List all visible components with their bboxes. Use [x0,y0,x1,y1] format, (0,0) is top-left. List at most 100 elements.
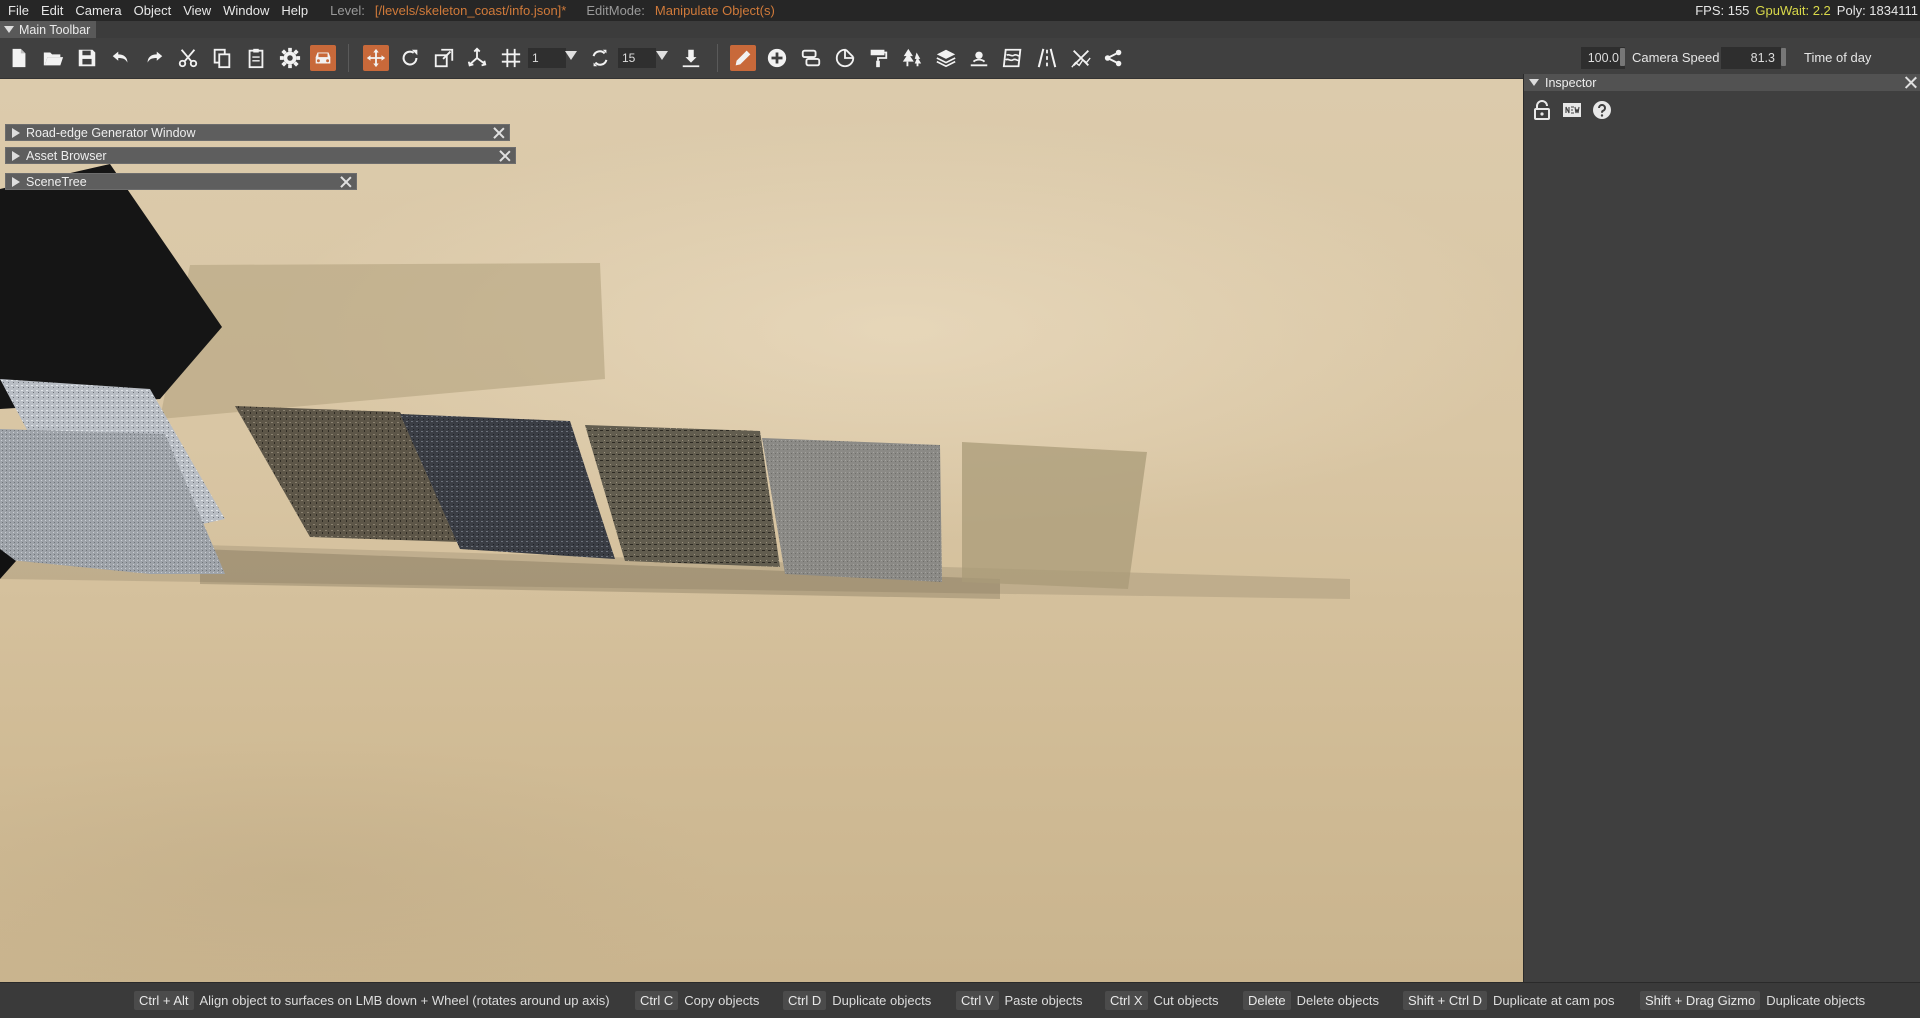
separator [348,44,349,72]
save-icon [78,49,96,67]
expand-icon[interactable] [12,150,20,161]
undo-icon [112,51,128,63]
lock-icon[interactable] [1532,100,1552,120]
help-icon[interactable] [1592,100,1612,120]
shortcut-hint: Ctrl C Copy objects [635,991,759,1010]
terrain-paint-tool[interactable] [832,45,858,71]
rotate-button[interactable] [397,45,423,71]
menu-window[interactable]: Window [217,3,275,18]
rotate-snap-dropdown-icon[interactable] [656,51,668,60]
road-tool[interactable] [798,45,824,71]
menu-bar: File Edit Camera Object View Window Help… [0,0,1920,21]
navgraph-tool[interactable] [1068,45,1094,71]
time-of-day-label: Time of day [1804,50,1872,65]
shortcut-key: Ctrl V [956,991,999,1010]
camera-speed-field[interactable]: 100.0 [1581,47,1625,69]
gpuwait-readout: GpuWait: 2.2 [1755,3,1831,18]
scale-button[interactable] [431,45,457,71]
grid-snap-button[interactable] [498,45,524,71]
menu-edit[interactable]: Edit [35,3,69,18]
stats: FPS: 155 GpuWait: 2.2 Poly: 1834111 [1695,0,1918,21]
expand-icon[interactable] [12,176,20,187]
level-path: [/levels/skeleton_coast/info.json]* [374,3,567,18]
shortcut-hint: Ctrl X Cut objects [1105,991,1219,1010]
nodes-icon [1104,49,1122,67]
road-icon [1037,48,1057,68]
terraform-icon [970,51,988,67]
camera-speed-label: Camera Speed [1632,50,1720,65]
asset-browser-title: Asset Browser [26,148,107,163]
rotate-icon [402,49,418,66]
time-of-day-slider-handle[interactable] [1781,48,1786,66]
new-file-button[interactable] [6,45,32,71]
snap-value-field[interactable]: 1 [528,48,566,68]
menu-help[interactable]: Help [275,3,314,18]
shortcut-hint: Delete Delete objects [1243,991,1379,1010]
status-bar: Ctrl + Alt Align object to surfaces on L… [0,982,1920,1018]
close-icon[interactable] [339,175,352,188]
menu-view[interactable]: View [177,3,217,18]
close-icon[interactable] [498,149,511,162]
rotate-snap-icon [592,49,608,67]
rotate-snap-field[interactable]: 15 [618,48,656,68]
river-tool[interactable] [1000,45,1026,71]
open-button[interactable] [40,45,66,71]
decal-road-tool[interactable] [1034,45,1060,71]
menu-camera[interactable]: Camera [69,3,127,18]
pivot-button[interactable] [464,45,490,71]
drop-to-ground-button[interactable] [678,45,704,71]
translate-button[interactable] [363,45,389,71]
new-window-icon[interactable] [1562,100,1582,120]
editmode-value: Manipulate Object(s) [654,3,775,18]
sites-tool[interactable] [1101,45,1127,71]
undo-button[interactable] [108,45,134,71]
mesh-road-tool[interactable] [933,45,959,71]
terrain-brush-icon [835,48,855,68]
copy-button[interactable] [209,45,235,71]
asset-browser-panel[interactable]: Asset Browser [5,147,516,164]
close-icon[interactable] [1904,76,1917,89]
vehicle-button[interactable] [310,45,336,71]
grid-icon [501,48,521,68]
expand-icon[interactable] [12,127,20,138]
plus-circle-icon [767,48,787,68]
move-icon [366,48,386,68]
collapse-icon[interactable] [1529,79,1539,86]
decal-tool[interactable] [865,45,891,71]
forest-tool[interactable] [899,45,925,71]
3d-viewport[interactable]: Road-edge Generator Window Asset Browser… [0,79,1523,982]
editmode-label: EditMode: [586,3,645,18]
main-toolbar: 1 15 100.0 Camera Speed 81.3 Time of day [0,38,1920,79]
shortcut-key: Ctrl C [635,991,679,1010]
inspector-header[interactable]: Inspector [1524,74,1920,91]
time-of-day-field[interactable]: 81.3 [1721,47,1781,69]
camera-speed-slider-handle[interactable] [1620,48,1625,66]
toolbar-tab[interactable]: Main Toolbar [0,21,97,38]
menu-file[interactable]: File [0,3,35,18]
clipboard-icon [248,48,264,69]
settings-button[interactable] [277,45,303,71]
object-edit-tool[interactable] [730,45,756,71]
paste-button[interactable] [243,45,269,71]
terraform-tool[interactable] [966,45,992,71]
rotate-snap-button[interactable] [587,45,613,71]
cut-button[interactable] [175,45,201,71]
scissors-icon [178,49,198,68]
road-edit-icon [801,49,821,67]
menu-object[interactable]: Object [128,3,178,18]
drop-icon [682,49,700,68]
collapse-icon[interactable] [4,26,14,33]
scene-tree-panel[interactable]: SceneTree [5,173,357,190]
redo-button[interactable] [141,45,167,71]
close-icon[interactable] [492,126,505,139]
create-object-tool[interactable] [764,45,790,71]
save-button[interactable] [74,45,100,71]
paint-roller-icon [870,49,888,68]
shortcut-key: Ctrl + Alt [134,991,194,1010]
shortcut-description: Paste objects [1004,993,1083,1008]
snap-dropdown-icon[interactable] [565,51,577,60]
scene-render [0,164,1350,599]
road-edge-generator-panel[interactable]: Road-edge Generator Window [5,124,510,141]
copy-icon [213,48,231,69]
toolbar-header: Main Toolbar [0,21,1920,38]
